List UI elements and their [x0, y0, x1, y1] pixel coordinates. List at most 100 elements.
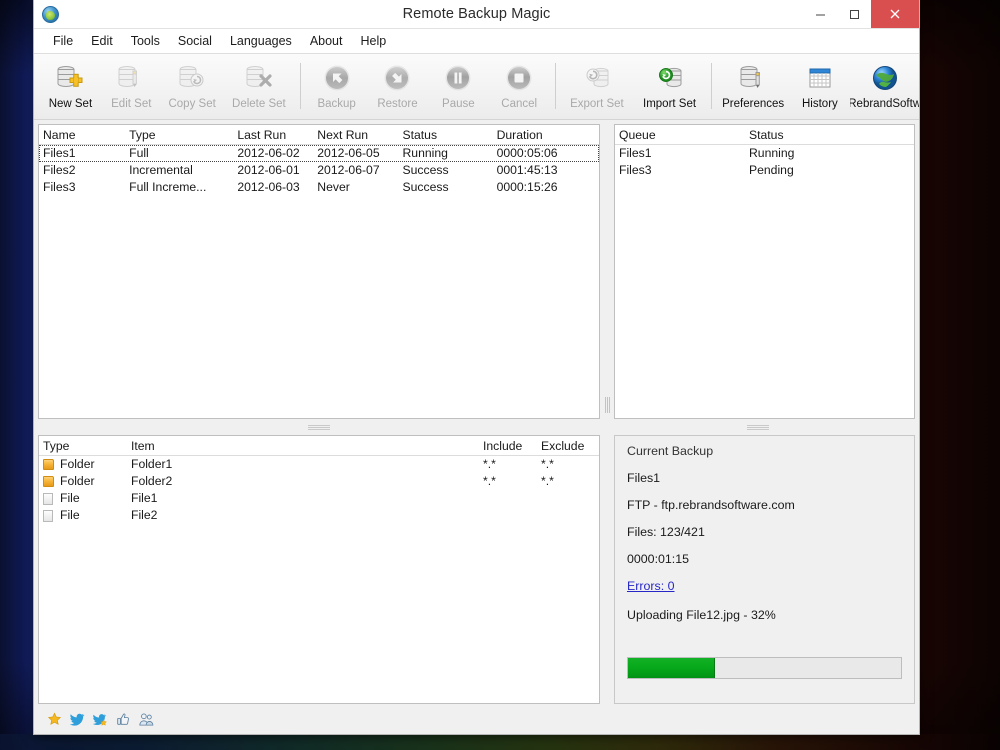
bottom-panels-row: Type Item Include Exclude FolderFolder1*… [38, 435, 915, 704]
menu-item-social[interactable]: Social [169, 31, 221, 51]
database-gear-icon [738, 61, 768, 94]
table-row[interactable]: Files3Full Increme...2012-06-03NeverSucc… [39, 179, 599, 196]
column-header-item[interactable]: Item [127, 439, 479, 453]
twitter-follow-icon[interactable] [92, 711, 109, 728]
file-icon [43, 510, 53, 522]
cell-type: Full Increme... [125, 180, 233, 195]
maximize-button[interactable] [837, 0, 871, 28]
current-backup-dest: FTP - ftp.rebrandsoftware.com [627, 498, 902, 512]
cell-include: *.* [479, 457, 537, 472]
table-row[interactable]: Files1Full2012-06-022012-06-05Running000… [39, 145, 599, 162]
favorite-star-icon[interactable] [46, 711, 63, 728]
cell-item-type: Folder [39, 457, 127, 472]
toolbar-button-label: Copy Set [168, 98, 215, 110]
backup-arrow-icon [322, 61, 352, 94]
cell-last-run: 2012-06-02 [233, 146, 313, 161]
toolbar-button-restore: Restore [367, 57, 428, 119]
backup-sets-list[interactable]: Name Type Last Run Next Run Status Durat… [38, 124, 600, 419]
list-item[interactable]: File File1 [39, 490, 599, 507]
toolbar-button-label: Cancel [501, 98, 537, 110]
twitter-bird-icon[interactable] [69, 711, 86, 728]
column-header-item-type[interactable]: Type [39, 439, 127, 453]
cell-duration: 0000:05:06 [493, 146, 599, 161]
title-bar: Remote Backup Magic [34, 0, 919, 29]
toolbar-button-rebrandsoftw[interactable]: RebrandSoftw [850, 57, 919, 119]
vertical-splitter[interactable] [600, 124, 614, 419]
column-header-exclude[interactable]: Exclude [537, 439, 599, 453]
cell-type: Full [125, 146, 233, 161]
toolbar: New Set Edit Set Copy Set Delete Set Bac… [34, 54, 919, 120]
toolbar-button-label: Backup [317, 98, 355, 110]
toolbar-button-label: Edit Set [111, 98, 151, 110]
database-copy-icon [177, 61, 207, 94]
menu-item-file[interactable]: File [44, 31, 82, 51]
menu-item-languages[interactable]: Languages [221, 31, 301, 51]
cell-item-type: Folder [39, 474, 127, 489]
current-backup-files: Files: 123/421 [627, 525, 902, 539]
cell-exclude: *.* [537, 457, 599, 472]
cell-type: Incremental [125, 163, 233, 178]
cell-item: Folder2 [127, 474, 479, 489]
cell-queue-status: Pending [745, 163, 865, 178]
calendar-icon [805, 61, 835, 94]
toolbar-separator [555, 63, 556, 109]
menu-item-about[interactable]: About [301, 31, 352, 51]
column-header-status[interactable]: Status [399, 128, 493, 142]
menu-item-help[interactable]: Help [351, 31, 395, 51]
toolbar-button-label: RebrandSoftw [850, 98, 919, 110]
cell-exclude: *.* [537, 474, 599, 489]
queue-list[interactable]: Queue Status Files1RunningFiles3Pending [614, 124, 915, 419]
toolbar-button-preferences[interactable]: Preferences [717, 57, 790, 119]
column-header-queue-status[interactable]: Status [745, 128, 865, 142]
cell-status: Success [399, 163, 493, 178]
column-header-last-run[interactable]: Last Run [233, 128, 313, 142]
cell-queue-name: Files1 [615, 146, 745, 161]
toolbar-button-export-set: Export Set [561, 57, 634, 119]
menu-item-tools[interactable]: Tools [122, 31, 169, 51]
cell-queue-name: Files3 [615, 163, 745, 178]
toolbar-separator [300, 63, 301, 109]
friends-icon[interactable] [138, 711, 155, 728]
horizontal-splitter-right[interactable] [600, 419, 915, 435]
database-delete-icon [244, 61, 274, 94]
progress-bar-fill [628, 658, 715, 678]
thumbs-up-icon[interactable] [115, 711, 132, 728]
splitter-grip [747, 425, 769, 430]
column-header-queue[interactable]: Queue [615, 128, 745, 142]
list-item[interactable]: FolderFolder2*.**.* [39, 473, 599, 490]
file-icon [43, 493, 53, 505]
cell-duration: 0001:45:13 [493, 163, 599, 178]
column-header-duration[interactable]: Duration [493, 128, 599, 142]
table-row[interactable]: Files1Running [615, 145, 914, 162]
list-item[interactable]: FolderFolder1*.**.* [39, 456, 599, 473]
cell-item: File1 [127, 491, 479, 506]
column-header-include[interactable]: Include [479, 439, 537, 453]
toolbar-button-new-set[interactable]: New Set [40, 57, 101, 119]
splitter-grip [308, 425, 330, 430]
minimize-button[interactable] [803, 0, 837, 28]
globe-app-icon [42, 6, 59, 23]
toolbar-button-history[interactable]: History [789, 57, 850, 119]
toolbar-button-edit-set: Edit Set [101, 57, 162, 119]
toolbar-button-import-set[interactable]: Import Set [633, 57, 706, 119]
backup-sets-rows: Files1Full2012-06-022012-06-05Running000… [39, 145, 599, 418]
close-button[interactable] [871, 0, 919, 28]
toolbar-button-copy-set: Copy Set [162, 57, 223, 119]
table-row[interactable]: Files2Incremental2012-06-012012-06-07Suc… [39, 162, 599, 179]
toolbar-button-label: Pause [442, 98, 475, 110]
horizontal-splitter-left[interactable] [38, 419, 600, 435]
toolbar-button-delete-set: Delete Set [223, 57, 296, 119]
backup-items-list[interactable]: Type Item Include Exclude FolderFolder1*… [38, 435, 600, 704]
column-header-type[interactable]: Type [125, 128, 233, 142]
restore-arrow-icon [382, 61, 412, 94]
menu-item-edit[interactable]: Edit [82, 31, 122, 51]
toolbar-button-label: New Set [49, 98, 92, 110]
database-export-icon [582, 61, 612, 94]
item-type-label: File [60, 491, 80, 506]
current-backup-panel: Current Backup Files1 FTP - ftp.rebrands… [614, 435, 915, 704]
table-row[interactable]: Files3Pending [615, 162, 914, 179]
list-item[interactable]: FileFile2 [39, 507, 599, 524]
errors-link[interactable]: Errors: 0 [627, 579, 675, 593]
column-header-name[interactable]: Name [39, 128, 125, 142]
column-header-next-run[interactable]: Next Run [313, 128, 398, 142]
